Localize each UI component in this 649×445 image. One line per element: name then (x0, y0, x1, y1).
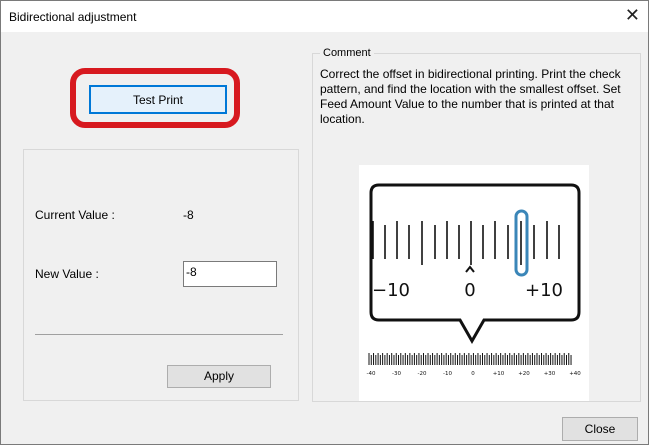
callout-box (369, 183, 581, 345)
scale-label: -40 (367, 371, 376, 377)
scale-label: -20 (418, 371, 427, 377)
scale-label: +10 (493, 371, 505, 377)
dialog-title: Bidirectional adjustment (9, 10, 137, 24)
current-value: -8 (183, 208, 194, 222)
scale-label: -10 (443, 371, 452, 377)
comment-legend: Comment (320, 47, 374, 59)
scale-label: +20 (518, 371, 530, 377)
check-pattern-svg: −10 0 +10 -40 -30 -20 -10 0 +10 +20 +30 +40 (367, 183, 582, 377)
close-icon[interactable]: ✕ (625, 6, 640, 24)
apply-button[interactable]: Apply (167, 365, 271, 388)
scale-tick-strip (368, 353, 572, 365)
scale-label: +30 (544, 371, 556, 377)
scale-label: -30 (392, 371, 401, 377)
close-button[interactable]: Close (562, 417, 638, 441)
zoom-label-0: 0 (464, 280, 475, 301)
comment-text: Correct the offset in bidirectional prin… (320, 67, 621, 126)
scale-labels: -40 -30 -20 -10 0 +10 +20 +30 +40 (367, 371, 582, 377)
scale-label: 0 (471, 371, 475, 377)
new-value-label: New Value : (35, 267, 99, 281)
test-print-button[interactable]: Test Print (89, 85, 227, 114)
new-value-input[interactable]: -8 (183, 261, 277, 287)
separator-line (35, 334, 283, 335)
zoom-label-minus10: −10 (372, 280, 410, 301)
check-pattern-diagram: −10 0 +10 -40 -30 -20 -10 0 +10 +20 +30 +40 (359, 165, 589, 401)
title-bar: Bidirectional adjustment ✕ (1, 1, 648, 32)
zoom-label-plus10: +10 (525, 280, 563, 301)
current-value-label: Current Value : (35, 208, 115, 222)
bidirectional-adjustment-dialog: Bidirectional adjustment ✕ Test Print Cu… (0, 0, 649, 445)
scale-label: +40 (569, 371, 581, 377)
